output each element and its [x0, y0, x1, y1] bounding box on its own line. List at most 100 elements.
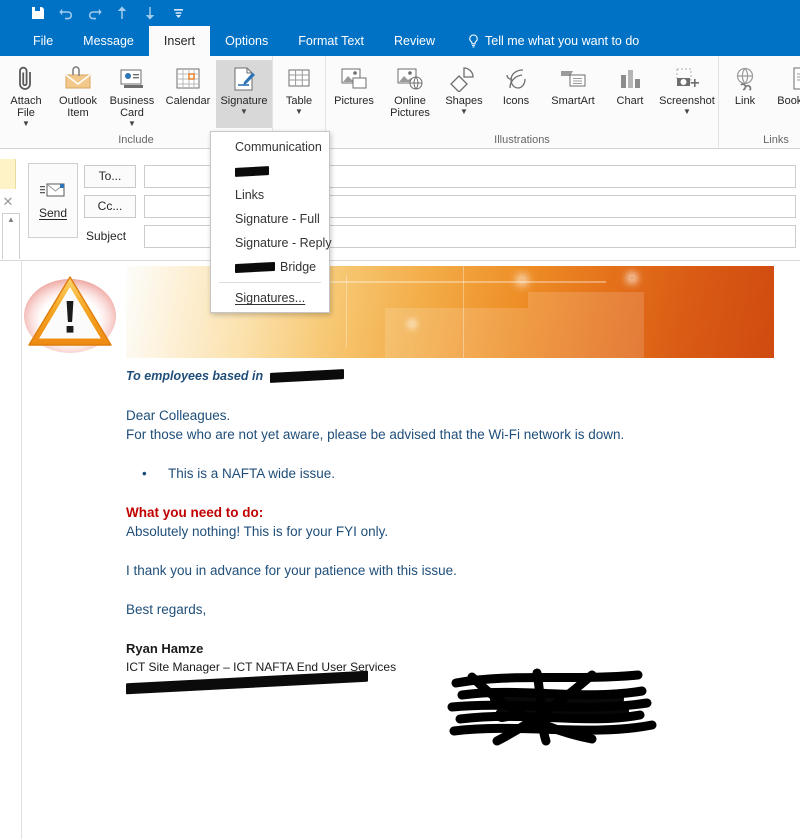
- scribble-redaction: [442, 661, 672, 756]
- chevron-down-icon[interactable]: ▼: [295, 108, 303, 116]
- table-label: Table: [285, 95, 313, 107]
- menu-item-communication[interactable]: Communication: [211, 135, 329, 159]
- ribbon: Attach File ▼ Outlook Item Business Card…: [0, 56, 800, 149]
- redo-icon[interactable]: [80, 2, 108, 24]
- menu-item-signatures-dialog[interactable]: Signatures...: [211, 286, 329, 310]
- online-pictures-button[interactable]: Online Pictures: [382, 60, 438, 128]
- tell-me-label: Tell me what you want to do: [485, 34, 640, 48]
- signature-dropdown-menu[interactable]: Communication Links Signature - Full Sig…: [210, 131, 332, 313]
- compose-header: ✕ ▲ Send To... Cc... Subject: [0, 149, 800, 261]
- ribbon-tabs: File Message Insert Options Format Text …: [0, 26, 800, 56]
- menu-item-signatures-label: Signatures...: [235, 291, 306, 305]
- menu-item-bridge[interactable]: Bridge: [211, 255, 329, 279]
- warning-triangle-icon: [24, 271, 116, 353]
- up-arrow-icon[interactable]: [108, 2, 136, 24]
- body-left-rail: [0, 261, 22, 839]
- attach-file-label: Attach File: [10, 95, 42, 119]
- menu-item-signature-full[interactable]: Signature - Full: [211, 207, 329, 231]
- online-pictures-icon: [395, 63, 425, 95]
- icons-label: Icons: [502, 95, 530, 107]
- customize-quick-access-icon[interactable]: [164, 2, 192, 24]
- close-icon[interactable]: ✕: [1, 195, 15, 209]
- advisory-line: For those who are not yet aware, please …: [126, 427, 625, 442]
- send-label: Send: [38, 206, 68, 220]
- outlook-item-button[interactable]: Outlook Item: [52, 60, 104, 128]
- scroll-up-icon[interactable]: ▲: [3, 214, 19, 226]
- bookmark-icon: [789, 63, 800, 95]
- redaction-bar: [235, 165, 269, 177]
- greeting-line: Dear Colleagues.: [126, 408, 231, 423]
- to-button[interactable]: To...: [84, 164, 136, 188]
- smartart-icon: [558, 63, 588, 95]
- cc-button[interactable]: Cc...: [84, 194, 136, 218]
- redaction-bar: [269, 369, 344, 383]
- thanks-line: I thank you in advance for your patience…: [126, 563, 457, 578]
- signature-icon: [230, 63, 258, 95]
- menu-item-redacted-1[interactable]: [211, 159, 329, 183]
- shapes-label: Shapes: [445, 95, 483, 107]
- link-button[interactable]: Link: [719, 60, 771, 128]
- paperclip-icon: [14, 63, 38, 95]
- pictures-icon: [339, 63, 369, 95]
- smartart-label: SmartArt: [551, 95, 595, 107]
- link-icon: [731, 63, 759, 95]
- screenshot-button[interactable]: Screenshot ▼: [656, 60, 718, 128]
- tab-review[interactable]: Review: [379, 26, 450, 56]
- link-label: Link: [734, 95, 756, 107]
- pictures-label: Pictures: [334, 95, 374, 107]
- calendar-icon: [174, 63, 202, 95]
- table-button[interactable]: Table ▼: [273, 60, 325, 128]
- smartart-button[interactable]: SmartArt: [542, 60, 604, 128]
- redaction-bar: [235, 261, 275, 273]
- icons-button[interactable]: Icons: [490, 60, 542, 128]
- closing-line: Best regards,: [126, 602, 207, 617]
- undo-icon[interactable]: [52, 2, 80, 24]
- tell-me-search[interactable]: Tell me what you want to do: [450, 26, 639, 56]
- send-column: Send: [22, 149, 84, 260]
- menu-item-links[interactable]: Links: [211, 183, 329, 207]
- intro-label: To employees based in: [126, 369, 264, 383]
- attach-file-button[interactable]: Attach File ▼: [0, 60, 52, 128]
- quick-access-toolbar: [0, 0, 800, 26]
- signature-label: Signature: [220, 95, 268, 107]
- message-body[interactable]: To employees based in Dear Colleagues. F…: [22, 261, 800, 839]
- down-arrow-icon[interactable]: [136, 2, 164, 24]
- message-text[interactable]: To employees based in Dear Colleagues. F…: [126, 366, 790, 695]
- business-card-label: Business Card: [109, 95, 155, 119]
- calendar-button[interactable]: Calendar: [160, 60, 216, 128]
- chevron-down-icon[interactable]: ▼: [683, 108, 691, 116]
- send-button[interactable]: Send: [28, 163, 78, 238]
- signature-name: Ryan Hamze: [126, 641, 204, 656]
- chevron-down-icon[interactable]: ▼: [128, 120, 136, 128]
- intro-line: To employees based in: [126, 366, 790, 386]
- pictures-button[interactable]: Pictures: [326, 60, 382, 128]
- chevron-down-icon[interactable]: ▼: [22, 120, 30, 128]
- group-label-illustrations: Illustrations: [494, 134, 550, 146]
- message-body-area: To employees based in Dear Colleagues. F…: [0, 261, 800, 839]
- bullet-item: • This is a NAFTA wide issue.: [126, 464, 790, 483]
- bookmark-label: Bookmark: [777, 95, 800, 107]
- bookmark-button[interactable]: Bookmark: [771, 60, 800, 128]
- tab-file[interactable]: File: [18, 26, 68, 56]
- chevron-down-icon[interactable]: ▼: [460, 108, 468, 116]
- tab-options[interactable]: Options: [210, 26, 283, 56]
- shapes-button[interactable]: Shapes ▼: [438, 60, 490, 128]
- save-icon[interactable]: [24, 2, 52, 24]
- tab-message[interactable]: Message: [68, 26, 149, 56]
- menu-separator: [219, 282, 321, 283]
- screenshot-label: Screenshot: [659, 95, 715, 107]
- icons-icon: [503, 63, 529, 95]
- chart-label: Chart: [616, 95, 644, 107]
- calendar-label: Calendar: [165, 95, 211, 107]
- tab-insert[interactable]: Insert: [148, 26, 211, 56]
- cc-row: Cc...: [84, 193, 800, 219]
- outlook-item-label: Outlook Item: [59, 95, 97, 119]
- business-card-button[interactable]: Business Card ▼: [104, 60, 160, 128]
- chart-button[interactable]: Chart: [604, 60, 656, 128]
- menu-item-signature-reply[interactable]: Signature - Reply: [211, 231, 332, 255]
- online-pictures-label: Online Pictures: [390, 95, 430, 119]
- signature-button[interactable]: Signature ▼: [216, 60, 272, 128]
- chevron-down-icon[interactable]: ▼: [240, 108, 248, 116]
- tab-format-text[interactable]: Format Text: [283, 26, 379, 56]
- send-envelope-icon: [40, 183, 65, 197]
